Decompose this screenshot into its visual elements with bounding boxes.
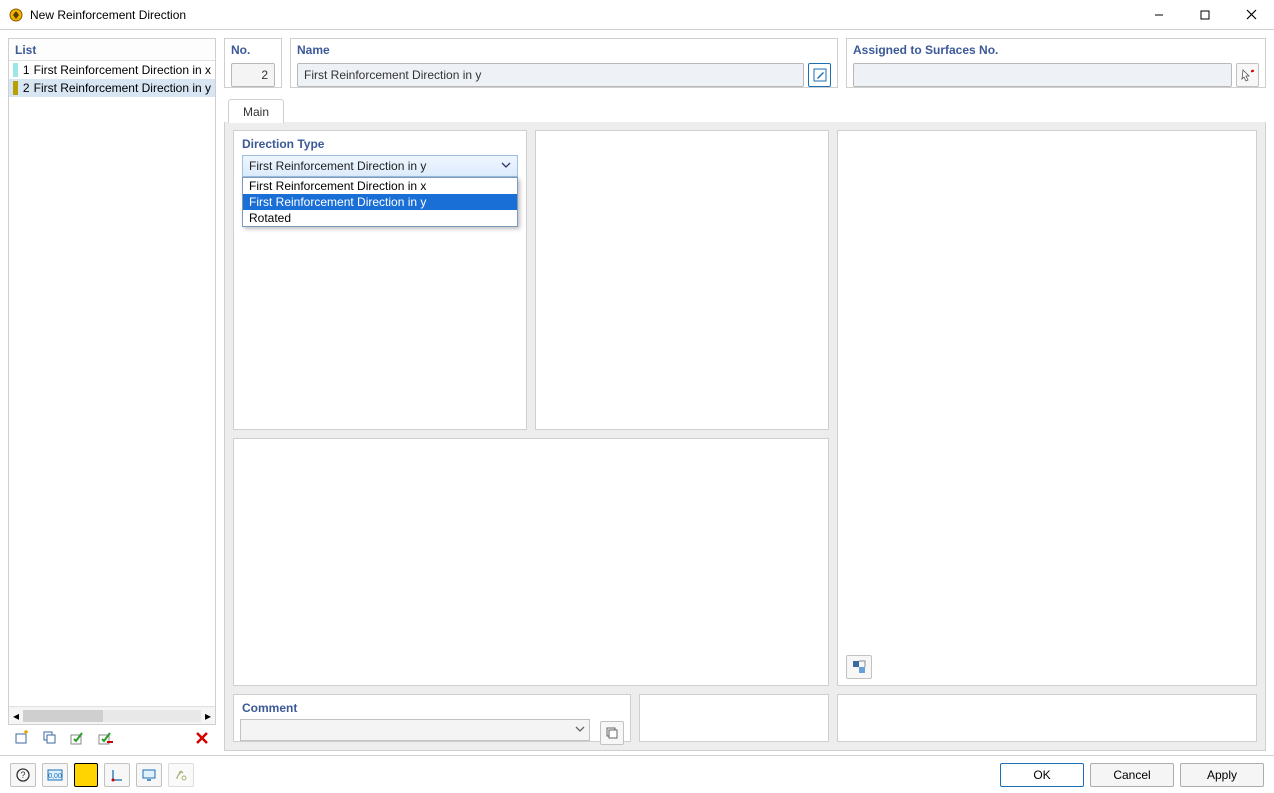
dropdown-option-rotated[interactable]: Rotated	[243, 210, 517, 226]
tab-content: Direction Type First Reinforcement Direc…	[224, 122, 1266, 751]
direction-type-panel: Direction Type First Reinforcement Direc…	[233, 130, 527, 430]
list-item-number: 2	[22, 81, 30, 95]
list-header: List	[9, 39, 215, 61]
apply-button[interactable]: Apply	[1180, 763, 1264, 787]
right-column: No. Name Assigned to Surfaces No.	[224, 38, 1266, 751]
titlebar: New Reinforcement Direction	[0, 0, 1274, 30]
script-button[interactable]	[168, 763, 194, 787]
comment-label: Comment	[234, 695, 630, 719]
preview-settings-button[interactable]	[846, 655, 872, 679]
list-swatch-icon	[13, 81, 18, 95]
window-controls	[1136, 0, 1274, 29]
name-label: Name	[291, 39, 837, 61]
chevron-down-icon	[575, 723, 585, 737]
minimize-button[interactable]	[1136, 0, 1182, 29]
app-icon	[8, 7, 24, 23]
svg-text:?: ?	[20, 770, 25, 780]
comment-library-button[interactable]	[600, 721, 624, 745]
axes-button[interactable]	[104, 763, 130, 787]
list-horizontal-scrollbar[interactable]: ◂ ▸	[9, 706, 215, 724]
display-button[interactable]	[136, 763, 162, 787]
name-input[interactable]	[297, 63, 804, 87]
scroll-right-icon[interactable]: ▸	[205, 709, 211, 723]
tab-container: Main Direction Type First Reinforcement …	[224, 96, 1266, 751]
direction-type-dropdown[interactable]: First Reinforcement Direction in x First…	[242, 177, 518, 227]
assigned-label: Assigned to Surfaces No.	[847, 39, 1265, 61]
dropdown-option-y[interactable]: First Reinforcement Direction in y	[243, 194, 517, 210]
ok-button[interactable]: OK	[1000, 763, 1084, 787]
assigned-input[interactable]	[853, 63, 1232, 87]
list-item-1[interactable]: 1 First Reinforcement Direction in x	[9, 61, 215, 79]
comment-right-panel	[639, 694, 829, 742]
direction-type-label: Direction Type	[234, 131, 526, 155]
dropdown-option-x[interactable]: First Reinforcement Direction in x	[243, 178, 517, 194]
edit-name-button[interactable]	[808, 63, 831, 87]
list-item-label: First Reinforcement Direction in y	[34, 81, 211, 95]
no-panel: No.	[224, 38, 282, 88]
check-exclude-button[interactable]	[94, 727, 118, 749]
comment-row: Comment	[225, 694, 1265, 750]
tab-main[interactable]: Main	[228, 99, 284, 123]
dialog-body: List 1 First Reinforcement Direction in …	[0, 30, 1274, 755]
pick-surfaces-button[interactable]	[1236, 63, 1259, 87]
list-toolbar	[8, 725, 216, 751]
close-button[interactable]	[1228, 0, 1274, 29]
comment-panel: Comment	[233, 694, 631, 742]
maximize-button[interactable]	[1182, 0, 1228, 29]
no-label: No.	[225, 39, 281, 61]
chevron-down-icon	[501, 159, 511, 173]
scroll-thumb[interactable]	[23, 710, 103, 722]
units-button[interactable]: 0,00	[42, 763, 68, 787]
cancel-button[interactable]: Cancel	[1090, 763, 1174, 787]
duplicate-item-button[interactable]	[38, 727, 62, 749]
window-title: New Reinforcement Direction	[30, 8, 1136, 22]
list-item-number: 1	[22, 63, 30, 77]
left-column: List 1 First Reinforcement Direction in …	[8, 38, 216, 751]
list-item-2[interactable]: 2 First Reinforcement Direction in y	[9, 79, 215, 97]
no-input[interactable]	[231, 63, 275, 87]
list-panel: List 1 First Reinforcement Direction in …	[8, 38, 216, 725]
blank-panel-bottom	[233, 438, 829, 686]
top-row: No. Name Assigned to Surfaces No.	[224, 38, 1266, 88]
list-swatch-icon	[13, 63, 18, 77]
list-item-label: First Reinforcement Direction in x	[34, 63, 211, 77]
scroll-left-icon[interactable]: ◂	[13, 709, 19, 723]
mid-grid: Direction Type First Reinforcement Direc…	[225, 122, 1265, 694]
check-include-button[interactable]	[66, 727, 90, 749]
new-item-button[interactable]	[10, 727, 34, 749]
blank-panel-top-right	[535, 130, 829, 430]
svg-text:0,00: 0,00	[48, 773, 62, 780]
direction-type-selected: First Reinforcement Direction in y	[249, 159, 426, 173]
color-indicator[interactable]	[74, 763, 98, 787]
tabs-row: Main	[224, 96, 1266, 122]
preview-panel	[837, 130, 1257, 686]
assigned-panel: Assigned to Surfaces No.	[846, 38, 1266, 88]
scroll-track[interactable]	[23, 710, 201, 722]
name-panel: Name	[290, 38, 838, 88]
delete-item-button[interactable]	[190, 727, 214, 749]
footer: ? 0,00 OK Cancel Apply	[0, 755, 1274, 793]
list-items[interactable]: 1 First Reinforcement Direction in x 2 F…	[9, 61, 215, 706]
help-button[interactable]: ?	[10, 763, 36, 787]
comment-combo[interactable]	[240, 719, 590, 741]
direction-type-combo[interactable]: First Reinforcement Direction in y	[242, 155, 518, 177]
comment-preview-panel	[837, 694, 1257, 742]
